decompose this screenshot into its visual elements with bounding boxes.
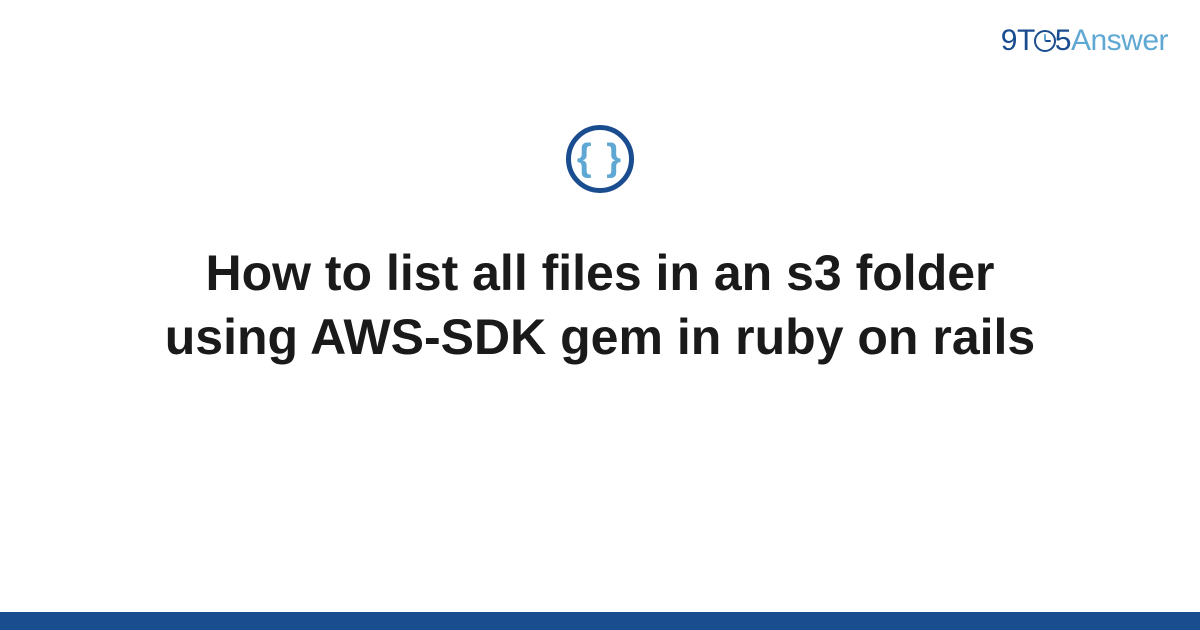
logo-answer: Answer [1071,24,1168,57]
code-braces-icon: { } [566,125,634,193]
logo-t: T [1017,24,1035,57]
footer-bar [0,612,1200,630]
braces-glyph: { } [577,139,623,177]
main-content: { } How to list all files in an s3 folde… [0,125,1200,369]
clock-icon [1034,30,1056,52]
logo-nine: 9 [1001,24,1017,57]
question-title: How to list all files in an s3 folder us… [120,241,1080,369]
site-logo: 9T5Answer [1001,24,1168,58]
logo-five: 5 [1055,24,1071,57]
